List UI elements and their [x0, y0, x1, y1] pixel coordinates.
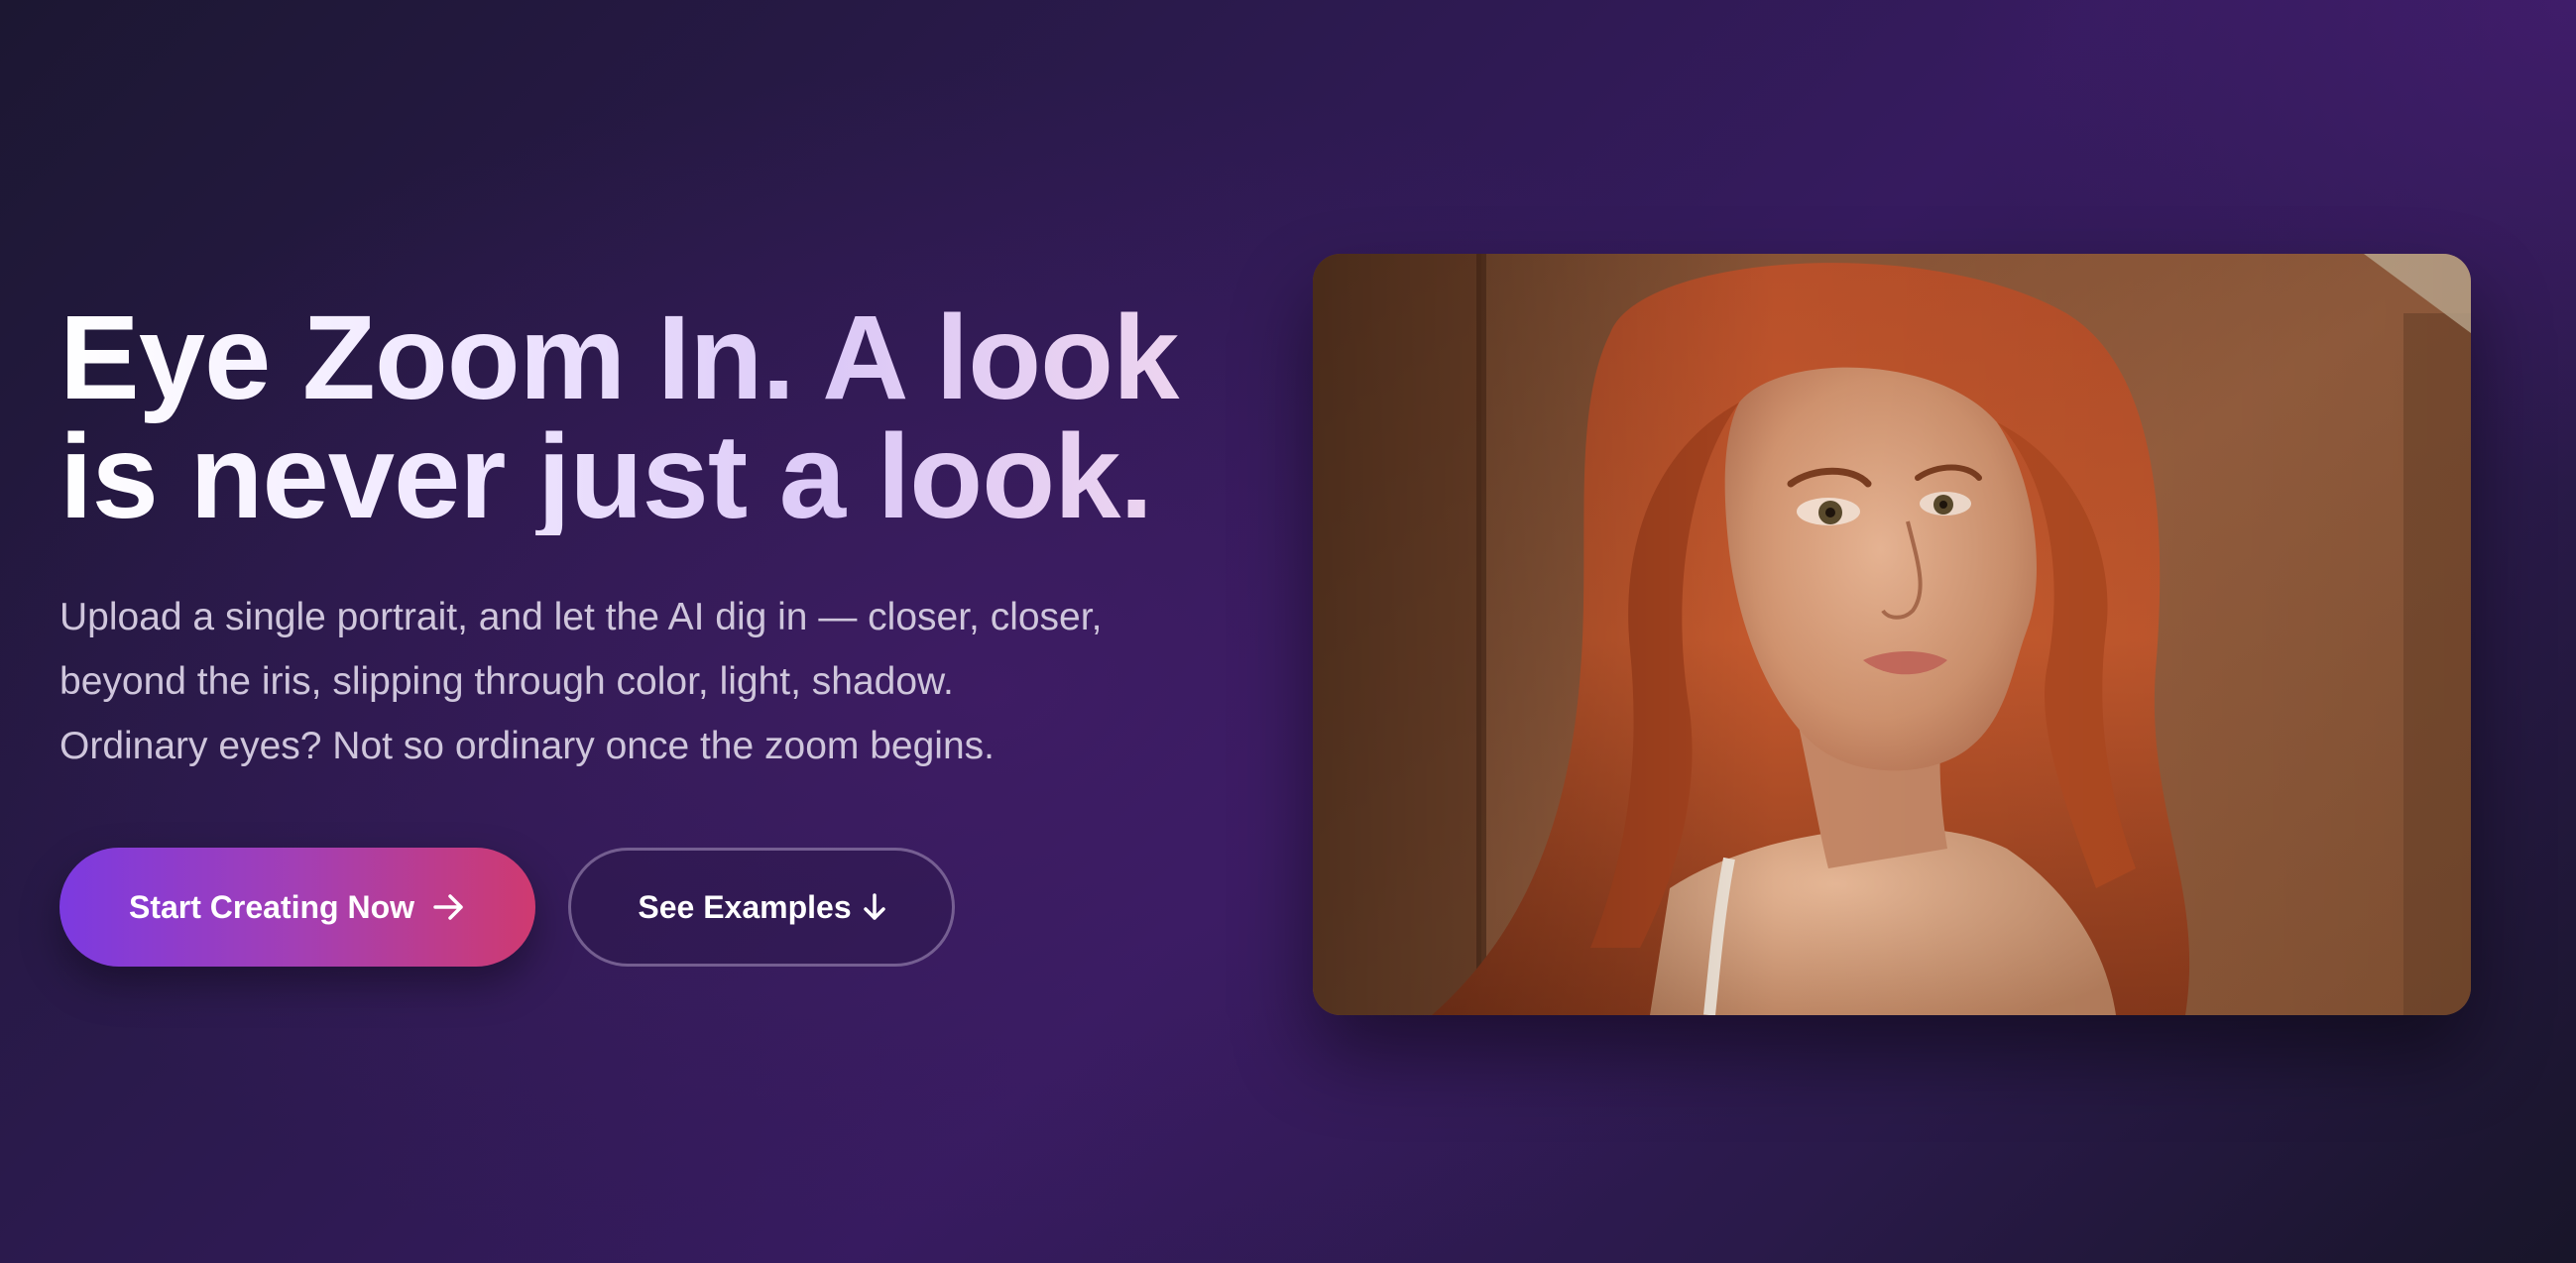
hero-subtitle-line: beyond the iris, slipping through color,…	[59, 660, 954, 703]
arrow-down-icon	[863, 892, 885, 922]
hero-text: Eye Zoom In. A look is never just a look…	[59, 297, 1249, 778]
hero-title-line: Eye Zoom In. A look	[59, 289, 1179, 424]
see-examples-button[interactable]: See Examples	[568, 848, 955, 967]
hero-section: Eye Zoom In. A look is never just a look…	[0, 0, 2576, 1263]
hero-subtitle-line: Ordinary eyes? Not so ordinary once the …	[59, 725, 995, 767]
hero-title: Eye Zoom In. A look is never just a look…	[59, 297, 1249, 535]
portrait-illustration	[1313, 254, 2471, 1015]
start-creating-button[interactable]: Start Creating Now	[59, 848, 535, 967]
portrait-image	[1313, 254, 2471, 1015]
arrow-right-icon	[432, 892, 466, 922]
hero-title-line: is never just a look.	[59, 408, 1153, 543]
start-creating-label: Start Creating Now	[128, 888, 415, 925]
hero-buttons: Start Creating Now See Examples	[59, 848, 955, 967]
hero-subtitle-line: Upload a single portrait, and let the AI…	[59, 596, 1103, 638]
see-examples-label: See Examples	[638, 888, 852, 925]
hero-subtitle: Upload a single portrait, and let the AI…	[59, 585, 1249, 778]
